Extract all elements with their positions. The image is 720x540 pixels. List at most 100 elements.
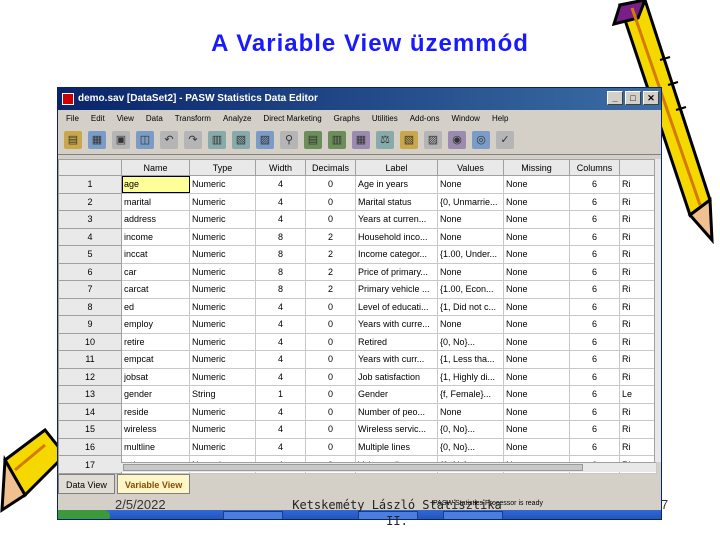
cell-columns[interactable]: 6 [569,367,620,387]
cell-rownum[interactable]: 12 [58,367,122,387]
cell-decimals[interactable]: 2 [305,245,356,264]
cell-decimals[interactable]: 0 [305,192,356,212]
cell-columns[interactable]: 6 [569,192,620,212]
cell-columns[interactable]: 6 [569,332,620,352]
goto-case-icon[interactable]: ▥ [208,131,226,149]
cell-values[interactable]: {1.00, Under... [437,245,504,264]
menu-direct-marketing[interactable]: Direct Marketing [263,110,321,127]
cell-type[interactable]: Numeric [189,227,256,247]
spelling-icon[interactable]: ✓ [496,131,514,149]
cell-label[interactable]: Years with curr... [355,350,438,369]
scrollbar-thumb[interactable] [123,464,583,471]
cell-type[interactable]: String [189,385,256,404]
cell-columns[interactable]: 6 [569,280,620,299]
cell-align[interactable]: Ri [619,437,657,457]
cell-type[interactable]: Numeric [189,175,256,194]
taskbar-item[interactable] [223,511,283,519]
cell-type[interactable]: Numeric [189,350,256,369]
table-row[interactable]: 11 empcat Numeric 4 0 Years with curr... {1, L… [58,350,657,369]
cell-name[interactable]: wireless [121,420,190,439]
cell-width[interactable]: 8 [255,280,306,299]
cell-align[interactable]: Ri [619,227,657,247]
cell-decimals[interactable]: 0 [305,437,356,457]
menu-help[interactable]: Help [492,110,508,127]
column-header-width[interactable]: Width [255,159,306,176]
cell-label[interactable]: Number of peo... [355,402,438,422]
table-row[interactable]: 12 jobsat Numeric 4 0 Job satisfaction {1, Hig… [58,367,657,387]
table-row[interactable]: 15 wireless Numeric 4 0 Wireless servic... {0,… [58,420,657,439]
cell-type[interactable]: Numeric [189,192,256,212]
cell-values[interactable]: None [437,402,504,422]
cell-name[interactable]: reside [121,402,190,422]
cell-label[interactable]: Income categor... [355,245,438,264]
cell-columns[interactable]: 6 [569,350,620,369]
cell-align[interactable]: Ri [619,332,657,352]
print-icon[interactable]: ▣ [112,131,130,149]
weight-cases-icon[interactable]: ⚖ [376,131,394,149]
cell-decimals[interactable]: 0 [305,175,356,194]
cell-label[interactable]: Wireless servic... [355,420,438,439]
menu-utilities[interactable]: Utilities [372,110,398,127]
cell-label[interactable]: Price of primary... [355,262,438,282]
use-sets-icon[interactable]: ◉ [448,131,466,149]
maximize-button[interactable]: □ [625,91,641,105]
column-header-corner[interactable] [58,159,122,176]
insert-cases-icon[interactable]: ▤ [304,131,322,149]
menu-add-ons[interactable]: Add-ons [410,110,440,127]
cell-decimals[interactable]: 0 [305,350,356,369]
cell-rownum[interactable]: 11 [58,350,122,369]
cell-decimals[interactable]: 2 [305,227,356,247]
cell-label[interactable]: Multiple lines [355,437,438,457]
cell-rownum[interactable]: 16 [58,437,122,457]
undo-icon[interactable]: ↶ [160,131,178,149]
cell-values[interactable]: {1.00, Econ... [437,280,504,299]
cell-align[interactable]: Ri [619,280,657,299]
cell-name[interactable]: gender [121,385,190,404]
column-header-name[interactable]: Name [121,159,190,176]
cell-rownum[interactable]: 10 [58,332,122,352]
cell-width[interactable]: 1 [255,385,306,404]
cell-missing[interactable]: None [503,262,570,282]
cell-width[interactable]: 4 [255,402,306,422]
column-header-label[interactable]: Label [355,159,438,176]
cell-decimals[interactable]: 0 [305,315,356,334]
cell-values[interactable]: {1, Highly di... [437,367,504,387]
cell-rownum[interactable]: 7 [58,280,122,299]
table-row[interactable]: 1 age Numeric 4 0 Age in years None None 6 Ri [58,175,657,194]
cell-name[interactable]: income [121,227,190,247]
cell-name[interactable]: multline [121,437,190,457]
cell-rownum[interactable]: 14 [58,402,122,422]
menu-window[interactable]: Window [451,110,479,127]
cell-missing[interactable]: None [503,192,570,212]
cell-missing[interactable]: None [503,280,570,299]
cell-width[interactable]: 4 [255,297,306,317]
show-all-icon[interactable]: ◎ [472,131,490,149]
cell-missing[interactable]: None [503,402,570,422]
cell-align[interactable]: Ri [619,420,657,439]
menu-file[interactable]: File [66,110,79,127]
cell-missing[interactable]: None [503,420,570,439]
cell-decimals[interactable]: 0 [305,332,356,352]
cell-rownum[interactable]: 9 [58,315,122,334]
save-icon[interactable]: ▦ [88,131,106,149]
cell-columns[interactable]: 6 [569,315,620,334]
cell-label[interactable]: Age in years [355,175,438,194]
cell-label[interactable]: Job satisfaction [355,367,438,387]
menu-data[interactable]: Data [146,110,163,127]
tab-data-view[interactable]: Data View [58,474,115,494]
cell-label[interactable]: Years at curren... [355,210,438,229]
insert-variable-icon[interactable]: ▥ [328,131,346,149]
cell-rownum[interactable]: 3 [58,210,122,229]
open-icon[interactable]: ▤ [64,131,82,149]
cell-name[interactable]: ed [121,297,190,317]
cell-name[interactable]: carcat [121,280,190,299]
cell-values[interactable]: {0, Unmarrie... [437,192,504,212]
cell-values[interactable]: None [437,210,504,229]
start-button[interactable] [58,510,110,519]
cell-rownum[interactable]: 4 [58,227,122,247]
cell-width[interactable]: 8 [255,227,306,247]
cell-width[interactable]: 4 [255,437,306,457]
cell-label[interactable]: Primary vehicle ... [355,280,438,299]
close-button[interactable]: ✕ [643,91,659,105]
cell-type[interactable]: Numeric [189,420,256,439]
